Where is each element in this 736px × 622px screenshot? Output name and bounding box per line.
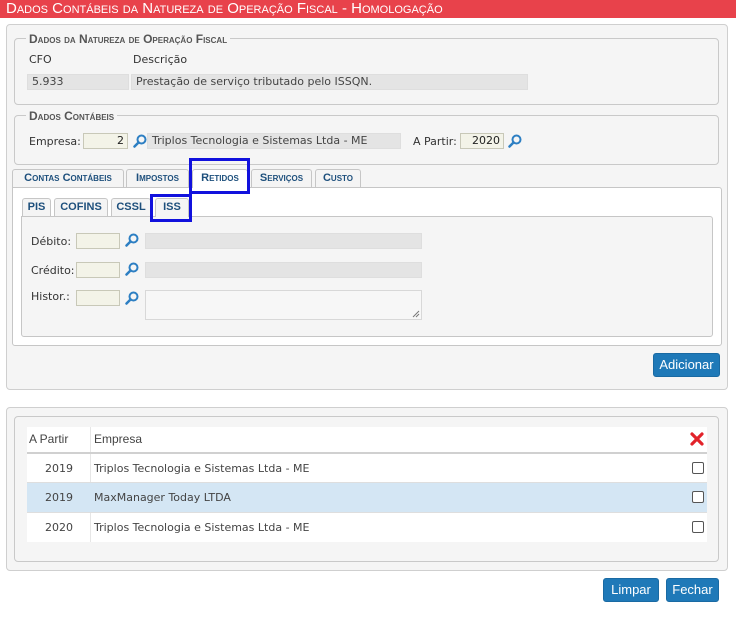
empresa-code-input[interactable]: 2 (83, 133, 128, 149)
empresa-name-field: Triplos Tecnologia e Sistemas Ltda - ME (147, 133, 401, 149)
historico-textarea[interactable] (145, 290, 422, 320)
row-checkbox[interactable] (692, 462, 704, 474)
table-row[interactable]: 2020 Triplos Tecnologia e Sistemas Ltda … (27, 512, 707, 542)
a-partir-search-icon[interactable] (508, 134, 522, 148)
subtab-cofins[interactable]: COFINS (54, 198, 108, 216)
adicionar-button[interactable]: Adicionar (653, 353, 720, 377)
contabeis-legend: Dados Contábeis (26, 109, 118, 123)
subtab-iss[interactable]: ISS (155, 198, 189, 217)
debito-search-icon[interactable] (125, 233, 139, 247)
cfo-label: CFO (29, 53, 52, 66)
descricao-label: Descrição (133, 53, 188, 66)
a-partir-label: A Partir: (413, 135, 457, 148)
tab-custo[interactable]: Custo (315, 169, 361, 187)
resize-grip-icon[interactable] (412, 310, 420, 318)
debito-description-field (145, 233, 422, 249)
row-year: 2019 (45, 462, 73, 475)
credito-search-icon[interactable] (125, 262, 139, 276)
historico-search-icon[interactable] (125, 291, 139, 305)
credito-input[interactable] (76, 262, 120, 278)
table-row-selected[interactable]: 2019 MaxManager Today LTDA (27, 482, 707, 512)
tab-servicos[interactable]: Serviços (251, 169, 312, 187)
row-checkbox[interactable] (692, 491, 704, 503)
natureza-fieldset (14, 38, 719, 105)
col-a-partir-header[interactable]: A Partir (29, 432, 68, 446)
debito-input[interactable] (76, 233, 120, 249)
credito-description-field (145, 262, 422, 278)
col-empresa-header[interactable]: Empresa (94, 432, 142, 446)
row-empresa: Triplos Tecnologia e Sistemas Ltda - ME (94, 521, 310, 534)
credito-label: Crédito: (31, 264, 75, 277)
row-checkbox[interactable] (692, 521, 704, 533)
tab-contas-contabeis[interactable]: Contas Contábeis (12, 169, 124, 187)
historico-input[interactable] (76, 290, 120, 306)
row-year: 2020 (45, 521, 73, 534)
tab-impostos[interactable]: Impostos (126, 169, 189, 187)
row-empresa: MaxManager Today LTDA (94, 491, 231, 504)
cfo-field: 5.933 (27, 74, 129, 90)
historico-label: Histor.: (31, 290, 70, 303)
row-empresa: Triplos Tecnologia e Sistemas Ltda - ME (94, 462, 310, 475)
tab-retidos[interactable]: Retidos (192, 169, 248, 188)
empresa-label: Empresa: (29, 135, 81, 148)
row-year: 2019 (45, 491, 73, 504)
fechar-button[interactable]: Fechar (666, 578, 719, 602)
debito-label: Débito: (31, 235, 72, 248)
page-title: Dados Contábeis da Natureza de Operação … (0, 0, 736, 18)
table-row[interactable]: 2019 Triplos Tecnologia e Sistemas Ltda … (27, 452, 707, 482)
empresa-search-icon[interactable] (133, 134, 147, 148)
descricao-field: Prestação de serviço tributado pelo ISSQ… (131, 74, 528, 90)
delete-all-icon[interactable] (690, 432, 704, 446)
subtab-cssl[interactable]: CSSL (111, 198, 151, 216)
subtab-pis[interactable]: PIS (22, 198, 51, 216)
a-partir-input[interactable]: 2020 (460, 133, 504, 149)
limpar-button[interactable]: Limpar (603, 578, 659, 602)
natureza-legend: Dados da Natureza de Operação Fiscal (26, 32, 231, 46)
